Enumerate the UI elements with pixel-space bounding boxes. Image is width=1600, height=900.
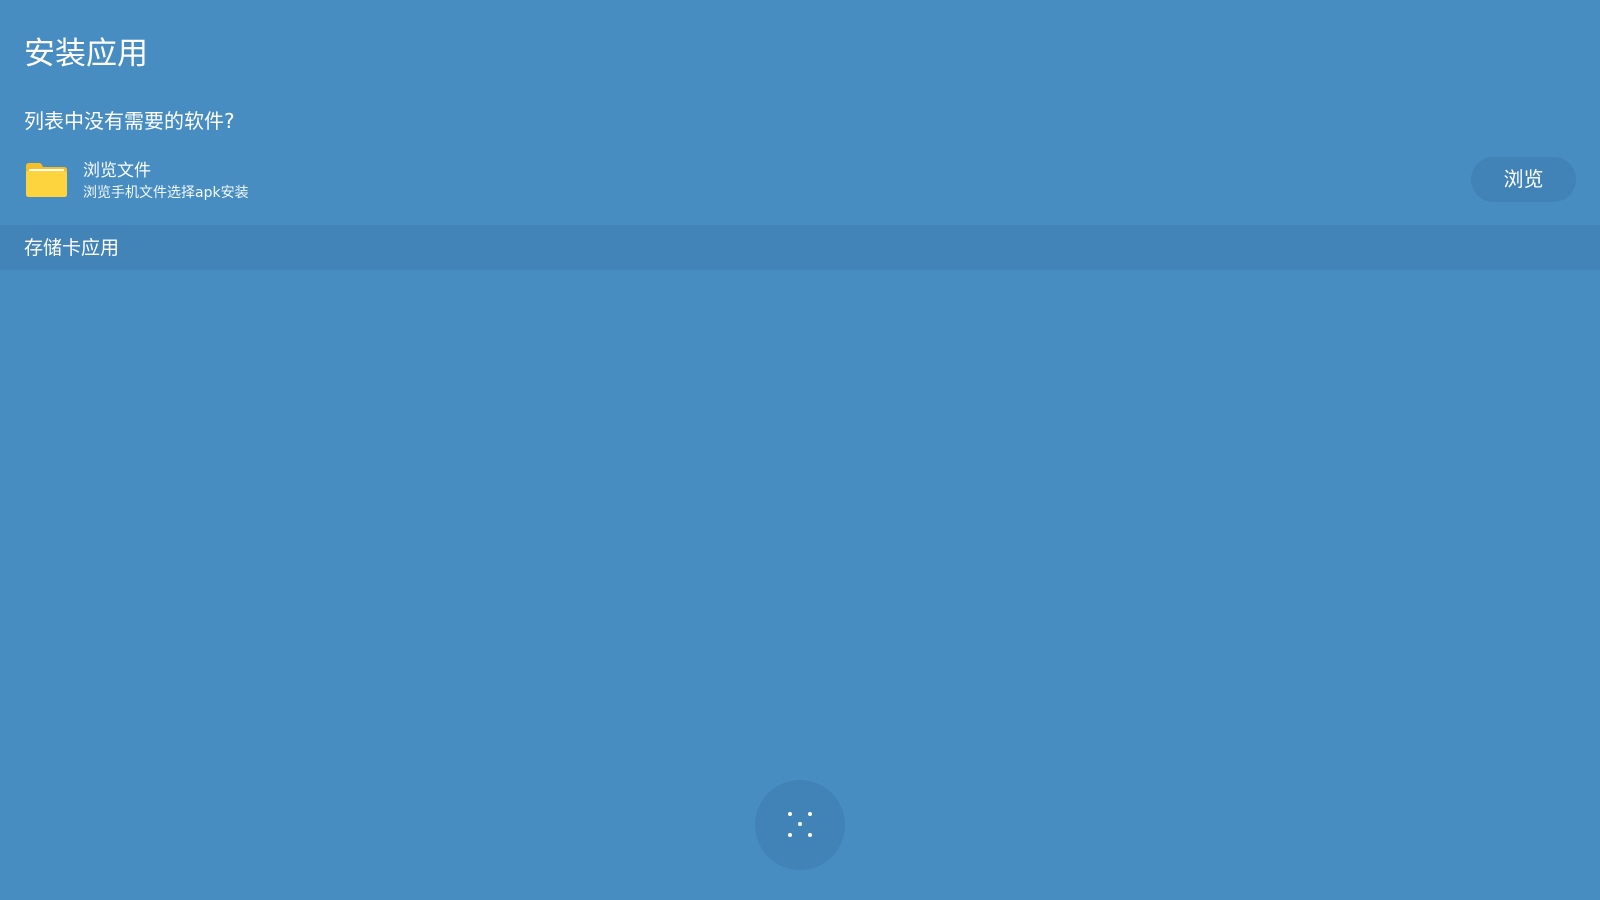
install-app-screen: { "page": { "title": "安装应用", "background… <box>0 0 1600 900</box>
folder-icon-graphic <box>26 163 67 197</box>
missing-software-prompt: 列表中没有需要的软件? <box>24 109 235 133</box>
page-title: 安装应用 <box>24 36 148 72</box>
storage-card-apps-title: 存储卡应用 <box>24 237 120 259</box>
folder-icon <box>24 161 69 199</box>
browse-files-subtitle: 浏览手机文件选择apk安装 <box>83 185 249 201</box>
browse-files-title: 浏览文件 <box>83 161 151 181</box>
browse-files-row: 浏览文件 浏览手机文件选择apk安装 浏览 <box>0 153 1600 209</box>
loading-spinner-icon <box>788 812 812 837</box>
browse-button[interactable]: 浏览 <box>1471 157 1576 202</box>
loading-indicator <box>755 780 845 870</box>
storage-card-apps-header: 存储卡应用 <box>0 225 1600 270</box>
